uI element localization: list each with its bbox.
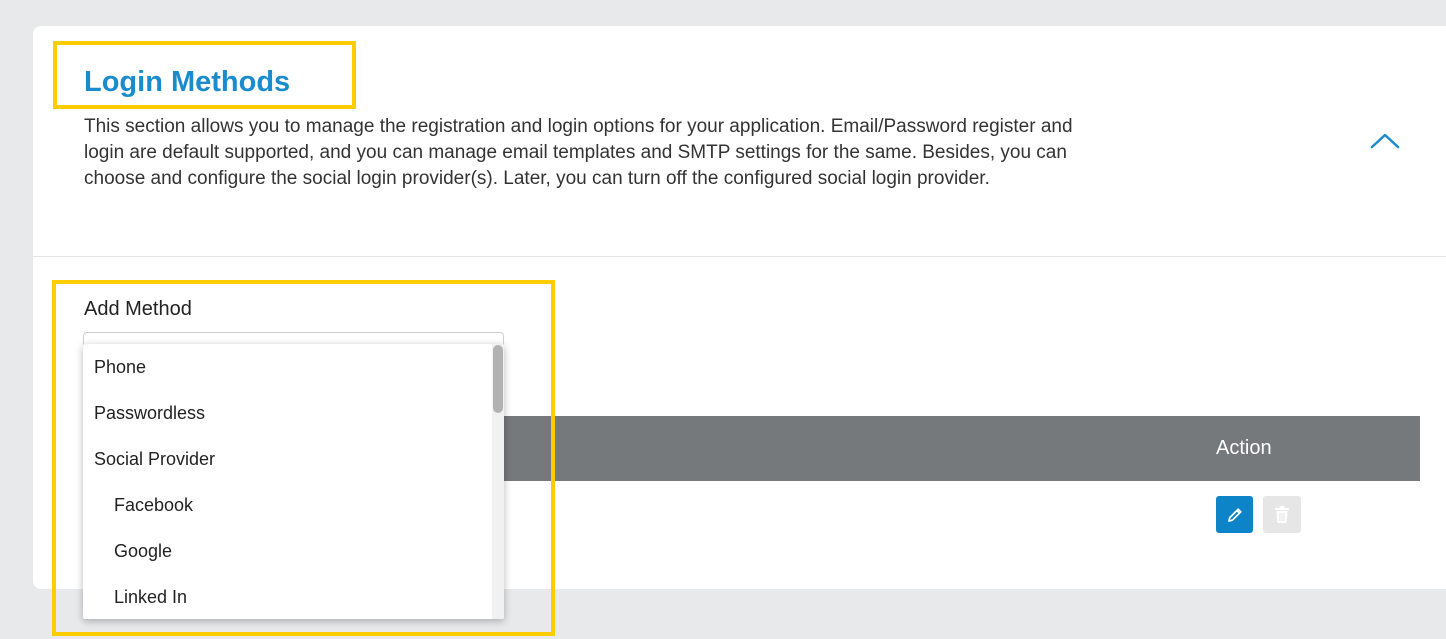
collapse-button[interactable] bbox=[1369, 130, 1401, 152]
option-phone[interactable]: Phone bbox=[83, 344, 492, 390]
add-method-label: Add Method bbox=[84, 298, 192, 320]
page-title: Login Methods bbox=[84, 66, 291, 98]
scrollbar-thumb[interactable] bbox=[493, 345, 503, 413]
pencil-icon bbox=[1227, 507, 1242, 522]
add-method-dropdown: Phone Passwordless Social Provider Faceb… bbox=[83, 344, 504, 619]
option-social-provider[interactable]: Social Provider bbox=[83, 436, 492, 482]
trash-icon bbox=[1275, 505, 1289, 523]
card-header: Login Methods This section allows you to… bbox=[33, 26, 1446, 257]
section-description: This section allows you to manage the re… bbox=[84, 116, 1073, 189]
dropdown-scrollbar[interactable] bbox=[492, 344, 504, 619]
table-header bbox=[503, 416, 1420, 481]
delete-button[interactable] bbox=[1263, 496, 1301, 533]
option-google[interactable]: Google bbox=[83, 528, 492, 574]
action-column-header: Action bbox=[1216, 437, 1272, 459]
option-passwordless[interactable]: Passwordless bbox=[83, 390, 492, 436]
option-linked-in[interactable]: Linked In bbox=[83, 574, 492, 619]
option-facebook[interactable]: Facebook bbox=[83, 482, 492, 528]
edit-button[interactable] bbox=[1216, 496, 1253, 533]
chevron-up-icon bbox=[1370, 133, 1400, 149]
